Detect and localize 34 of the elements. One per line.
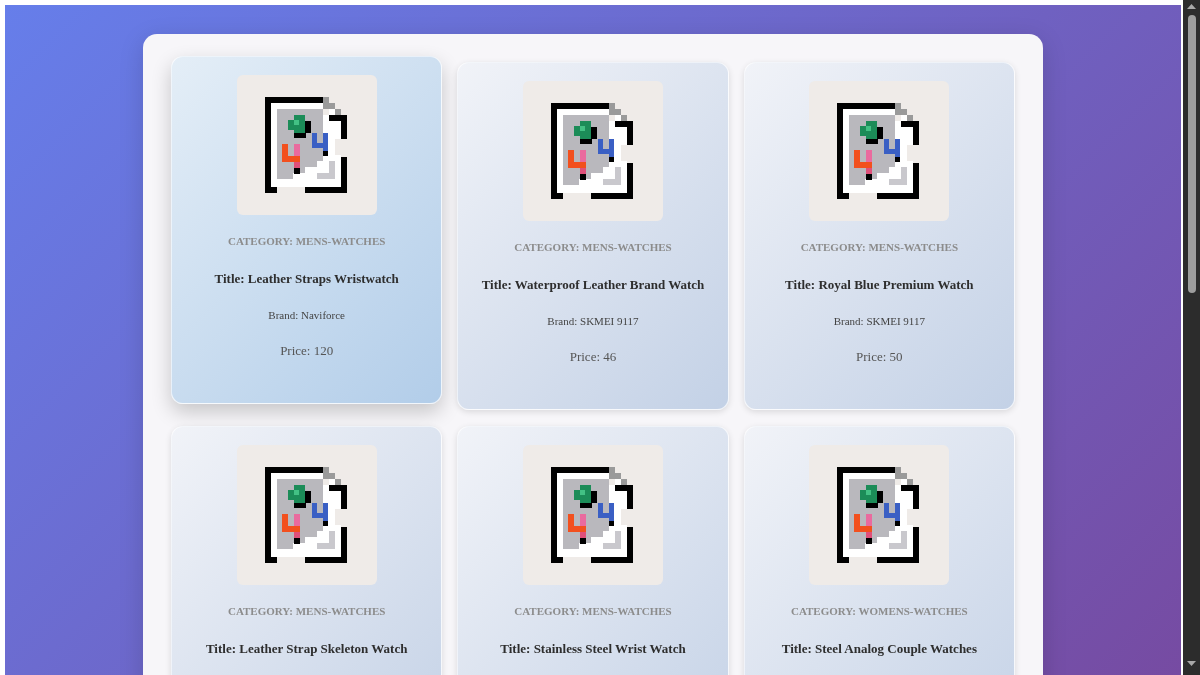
scrollbar[interactable] bbox=[1183, 0, 1200, 675]
product-card[interactable]: CATEGORY: WOMENS-WATCHES Title: Steel Analog Couple Watches bbox=[743, 426, 1015, 675]
category-label: CATEGORY: MENS-WATCHES bbox=[513, 240, 673, 255]
broken-image-icon bbox=[551, 103, 635, 199]
product-title: Title: Leather Strap Skeleton Watch bbox=[204, 641, 409, 657]
scroll-down-icon[interactable] bbox=[1187, 661, 1196, 666]
price-label: Price: 46 bbox=[568, 349, 618, 365]
broken-image-icon bbox=[551, 467, 635, 563]
brand-label: Brand: SKMEI 9117 bbox=[546, 314, 640, 329]
category-label: CATEGORY: MENS-WATCHES bbox=[226, 234, 387, 249]
price-label: Price: 120 bbox=[279, 343, 335, 359]
broken-image-icon bbox=[264, 467, 349, 563]
price-label: Price: 50 bbox=[855, 349, 904, 365]
product-card[interactable]: CATEGORY: MENS-WATCHES Title: Stainless Steel Wrist Watch bbox=[457, 426, 729, 675]
product-title: Title: Stainless Steel Wrist Watch bbox=[499, 641, 687, 657]
product-title: Title: Leather Straps Wristwatch bbox=[213, 271, 400, 287]
product-card[interactable]: CATEGORY: MENS-WATCHES Title: Leather Strap Skeleton Watch bbox=[171, 426, 443, 675]
product-card[interactable]: CATEGORY: MENS-WATCHES Title: Leather Straps Wristwatch Brand: Naviforce Price: 120 bbox=[171, 56, 443, 404]
category-label: CATEGORY: MENS-WATCHES bbox=[513, 604, 673, 619]
brand-label: Brand: SKMEI 9117 bbox=[832, 314, 926, 329]
product-card[interactable]: CATEGORY: MENS-WATCHES Title: Royal Blue Premium Watch Brand: SKMEI 9117 Price: 50 bbox=[743, 62, 1015, 410]
broken-image-icon bbox=[837, 103, 922, 199]
product-title: Title: Waterproof Leather Brand Watch bbox=[480, 277, 706, 293]
category-label: CATEGORY: MENS-WATCHES bbox=[226, 604, 387, 619]
category-label: CATEGORY: WOMENS-WATCHES bbox=[789, 604, 969, 619]
brand-label: Brand: Naviforce bbox=[267, 308, 346, 323]
broken-image-icon bbox=[264, 97, 349, 193]
scroll-up-icon[interactable] bbox=[1187, 4, 1196, 9]
broken-image-icon bbox=[837, 467, 922, 563]
category-label: CATEGORY: MENS-WATCHES bbox=[799, 240, 960, 255]
product-title: Title: Steel Analog Couple Watches bbox=[780, 641, 978, 657]
scrollbar-thumb[interactable] bbox=[1187, 15, 1196, 293]
product-card[interactable]: CATEGORY: MENS-WATCHES Title: Waterproof Leather Brand Watch Brand: SKMEI 9117 Price: 46 bbox=[457, 62, 729, 410]
product-title: Title: Royal Blue Premium Watch bbox=[784, 277, 975, 293]
